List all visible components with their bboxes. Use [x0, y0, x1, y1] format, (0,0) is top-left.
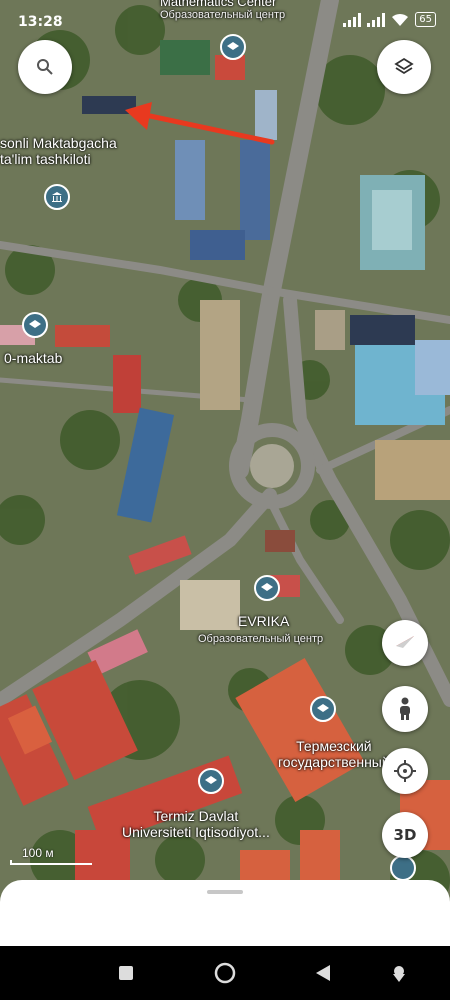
place-label-line1: sonli Maktabgacha	[0, 135, 117, 151]
place-label-tersu[interactable]: Термезский государственный	[278, 738, 390, 770]
place-label-tdu[interactable]: Termiz Davlat Universiteti Iqtisodiyot..…	[122, 808, 270, 840]
signal-icon-2	[367, 12, 386, 27]
place-label-line2: ta'lim tashkiloti	[0, 151, 91, 167]
place-evrika-sub: Образовательный центр	[198, 633, 324, 645]
satellite-map[interactable]: Mathematics Center Образовательный центр…	[0, 0, 450, 945]
scale-bar	[10, 860, 92, 865]
museum-pin-icon[interactable]	[44, 184, 70, 210]
wifi-icon	[392, 13, 409, 26]
place-tdu-line1: Termiz Davlat	[153, 808, 239, 824]
place-pin-icon[interactable]	[390, 855, 416, 881]
search-button[interactable]	[18, 40, 72, 94]
location-target-icon	[394, 760, 416, 782]
pegman-icon	[400, 697, 410, 720]
nav-extra-button[interactable]	[386, 960, 412, 986]
place-tdu-line2: Universiteti Iqtisodiyot...	[122, 824, 270, 840]
school-pin-icon-2[interactable]	[22, 312, 48, 338]
school-pin-icon-3[interactable]	[254, 575, 280, 601]
layers-icon	[394, 57, 414, 75]
bottom-sheet[interactable]	[0, 880, 450, 946]
place-label-maktabgacha[interactable]: sonli Maktabgacha ta'lim tashkiloti	[0, 135, 117, 167]
signal-icon	[343, 12, 362, 27]
place-evrika-name: EVRIKA	[238, 613, 290, 629]
download-arrow-icon	[393, 966, 405, 982]
map-scale: 100 м	[10, 846, 92, 865]
drag-handle[interactable]	[207, 890, 243, 894]
place-tersu-line1: Термезский	[296, 738, 372, 754]
three-d-button[interactable]: 3D	[382, 812, 428, 858]
place-label-evrika[interactable]: EVRIKA	[238, 613, 289, 629]
compass-icon	[396, 636, 414, 648]
system-nav-bar	[0, 946, 450, 1000]
search-icon	[37, 59, 53, 75]
status-bar: 13:28 65	[0, 0, 450, 44]
square-icon	[119, 966, 133, 980]
street-view-button[interactable]	[382, 686, 428, 732]
school-pin-icon-4[interactable]	[310, 696, 336, 722]
layers-button[interactable]	[377, 40, 431, 94]
place-tersu-line2: государственный	[278, 754, 390, 770]
battery-indicator: 65	[415, 12, 436, 27]
home-button[interactable]	[212, 960, 238, 986]
triangle-back-icon	[316, 965, 330, 981]
circle-icon	[214, 962, 236, 984]
scale-label: 100 м	[22, 846, 54, 860]
compass-button[interactable]	[382, 620, 428, 666]
recents-button[interactable]	[113, 960, 139, 986]
school-pin-icon-5[interactable]	[198, 768, 224, 794]
place-label-maktab[interactable]: 0-maktab	[4, 350, 62, 366]
back-button[interactable]	[310, 960, 336, 986]
clock: 13:28	[18, 14, 63, 30]
my-location-button[interactable]	[382, 748, 428, 794]
